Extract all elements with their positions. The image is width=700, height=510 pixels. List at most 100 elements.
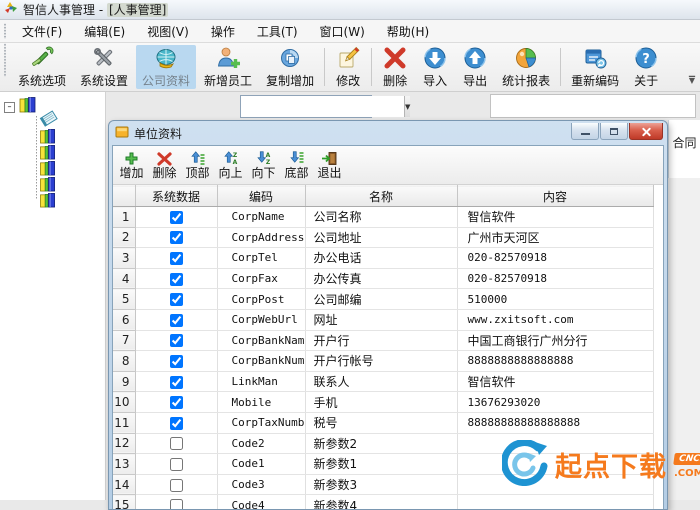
system-data-checkbox[interactable] — [169, 210, 183, 224]
close-icon — [641, 126, 652, 137]
system-data-checkbox[interactable] — [169, 457, 183, 471]
system-data-checkbox[interactable] — [169, 499, 183, 509]
menu-action[interactable]: 操作 — [200, 20, 246, 43]
tree-root-node[interactable] — [18, 96, 38, 113]
toolbar-button-recode[interactable]: 重新编码 — [565, 45, 625, 89]
table-row[interactable]: 5 CorpPost 公司邮编 510000 — [113, 288, 654, 310]
chevron-down-icon: ▼ — [405, 102, 411, 111]
row-code: CorpName — [217, 206, 306, 228]
row-number: 15 — [113, 494, 136, 509]
button-label: 向下 — [251, 165, 276, 180]
move-top-button[interactable]: 顶部 — [181, 150, 214, 181]
menu-edit[interactable]: 编辑(E) — [73, 20, 136, 43]
menu-tools[interactable]: 工具(T) — [246, 20, 309, 43]
system-data-checkbox[interactable] — [169, 231, 183, 245]
row-check-cell — [135, 288, 218, 310]
filter-combobox[interactable]: ▼ — [240, 95, 411, 118]
watermark: 起点下载 CNCRK .COM网 — [500, 439, 700, 489]
system-data-checkbox[interactable] — [169, 272, 183, 286]
maximize-button[interactable] — [600, 123, 628, 140]
menu-window[interactable]: 窗口(W) — [309, 20, 376, 43]
toolbar-button-about[interactable]: ? 关于 — [627, 45, 665, 89]
row-value: 智信软件 — [457, 206, 654, 228]
tree-expander[interactable]: – — [4, 102, 15, 113]
menu-help[interactable]: 帮助(H) — [376, 20, 440, 43]
system-data-checkbox[interactable] — [169, 293, 183, 307]
table-row[interactable]: 6 CorpWebUrl 网址 www.zxitsoft.com — [113, 309, 654, 331]
row-number: 10 — [113, 391, 136, 413]
system-data-checkbox[interactable] — [169, 313, 183, 327]
dialog-toolbar: 增加 删除 顶部 ZA 向上 AZ 向下 底部 退出 — [113, 146, 663, 185]
move-down-button[interactable]: AZ 向下 — [247, 150, 280, 181]
table-row[interactable]: 3 CorpTel 办公电话 020-82570918 — [113, 247, 654, 269]
menu-bar: 文件(F) 编辑(E) 视图(V) 操作 工具(T) 窗口(W) 帮助(H) — [0, 20, 700, 43]
toolbar-button-label: 复制增加 — [266, 73, 315, 88]
table-row[interactable]: 11 CorpTaxNumber税号88888888888888888 — [113, 412, 654, 434]
system-data-checkbox[interactable] — [169, 375, 183, 389]
tree-node[interactable] — [38, 110, 58, 127]
menu-file[interactable]: 文件(F) — [11, 20, 73, 43]
system-data-checkbox[interactable] — [169, 334, 183, 348]
row-value: 88888888888888888 — [457, 412, 654, 434]
toolbar-button-import[interactable]: 导入 — [416, 45, 454, 89]
row-code: Code2 — [217, 433, 306, 455]
toolbar-button-add-employee[interactable]: 新增员工 — [198, 45, 258, 89]
system-data-checkbox[interactable] — [169, 396, 183, 410]
row-name: 办公传真 — [305, 268, 458, 290]
toolbar-button-export[interactable]: 导出 — [456, 45, 494, 89]
toolbar-button-label: 新增员工 — [204, 73, 253, 88]
toolbar-grip[interactable] — [3, 43, 7, 77]
move-bottom-button[interactable]: 底部 — [280, 150, 313, 181]
delete-row-button[interactable]: 删除 — [148, 150, 181, 181]
table-row[interactable]: 8 CorpBankNumber开户行帐号8888888888888888 — [113, 350, 654, 372]
toolbar-button-copy-add[interactable]: 复制增加 — [260, 45, 320, 89]
exit-button[interactable]: 退出 — [313, 150, 346, 181]
toolbar-button-company-info[interactable]: 公司资料 — [136, 45, 197, 89]
move-up-button[interactable]: ZA 向上 — [214, 150, 247, 181]
table-row[interactable]: 10 Mobile 手机 13676293020 — [113, 391, 654, 413]
add-button[interactable]: 增加 — [115, 150, 148, 181]
system-data-checkbox[interactable] — [169, 354, 183, 368]
system-data-checkbox[interactable] — [169, 437, 183, 451]
row-check-cell — [135, 453, 218, 475]
filter-combobox-input[interactable] — [241, 96, 404, 117]
row-name: 联系人 — [305, 371, 458, 393]
tab-contract[interactable]: 合同 — [668, 120, 700, 178]
menu-view[interactable]: 视图(V) — [136, 20, 200, 43]
tree-node[interactable] — [38, 192, 58, 208]
tree-node[interactable] — [38, 160, 58, 176]
menubar-grip[interactable] — [3, 23, 7, 39]
combobox-dropdown-button[interactable]: ▼ — [404, 96, 411, 117]
toolbar-text-field[interactable] — [490, 94, 696, 118]
table-row[interactable]: 2 CorpAddress 公司地址 广州市天河区 — [113, 227, 654, 249]
tree-node[interactable] — [38, 144, 58, 160]
table-row[interactable]: 1 CorpName 公司名称 智信软件 — [113, 206, 654, 228]
row-code: CorpPost — [217, 288, 306, 310]
table-row[interactable]: 15 Code4 新参数4 — [113, 494, 654, 509]
exit-icon — [322, 151, 337, 165]
tree-connector — [36, 116, 37, 200]
tree-node[interactable] — [38, 176, 58, 192]
toolbar-button-system-settings[interactable]: 系统设置 — [74, 45, 134, 89]
system-data-checkbox[interactable] — [169, 251, 183, 265]
table-row[interactable]: 7 CorpBankName 开户行 中国工商银行广州分行 — [113, 330, 654, 352]
toolbar-overflow-button[interactable]: ▁ ▼ — [686, 69, 698, 85]
system-data-checkbox[interactable] — [169, 416, 183, 430]
toolbar-button-report[interactable]: 统计报表 — [496, 45, 556, 89]
row-code: CorpWebUrl — [217, 309, 306, 331]
system-data-checkbox[interactable] — [169, 478, 183, 492]
table-row[interactable]: 9 LinkMan 联系人 智信软件 — [113, 371, 654, 393]
table-row[interactable]: 4 CorpFax 办公传真 020-82570918 — [113, 268, 654, 290]
tree-node[interactable] — [38, 128, 58, 144]
toolbar-button-modify[interactable]: 修改 — [329, 45, 367, 89]
row-check-cell — [135, 268, 218, 290]
minimize-button[interactable] — [571, 123, 599, 140]
toolbar-button-label: 公司资料 — [142, 73, 191, 88]
button-label: 删除 — [152, 165, 177, 180]
toolbar-button-delete[interactable]: 删除 — [376, 45, 414, 89]
dialog-title: 单位资料 — [134, 126, 183, 141]
toolbar-button-system-options[interactable]: 系统选项 — [12, 45, 72, 89]
close-button[interactable] — [629, 123, 663, 140]
add-icon — [125, 152, 138, 164]
dialog-titlebar[interactable]: 单位资料 — [109, 121, 667, 145]
